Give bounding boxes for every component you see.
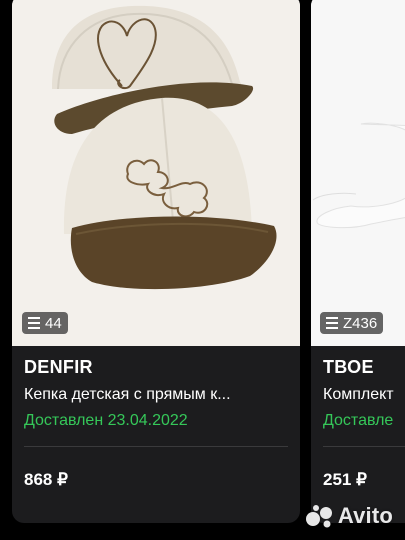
cap-image [12,0,300,346]
product-photo[interactable]: Z436 [311,0,405,346]
product-brand: DENFIR [24,357,93,377]
avito-logo-icon [305,505,332,528]
list-icon [28,317,40,329]
product-price: 868 ₽ [24,470,68,489]
divider [323,446,405,447]
badge-count: 44 [45,314,62,332]
delivery-status: Доставле [323,412,394,429]
avito-watermark: Avito [305,503,393,529]
divider [24,446,288,447]
watermark-text: Avito [337,503,393,528]
delivery-status: Доставлен 23.04.2022 [24,412,188,429]
product-brand: ТВОЕ [323,357,374,377]
product-card[interactable]: Z436 ТВОЕ Комплект Доставле 251 ₽ [311,0,405,523]
product-price: 251 ₽ [323,470,367,489]
product-photo[interactable]: 44 [12,0,300,346]
badge-count: Z436 [343,314,378,332]
product-title[interactable]: Комплект [323,386,405,404]
photo-count-badge: Z436 [320,312,384,334]
product-title[interactable]: Кепка детская с прямым к... [24,386,294,404]
product-card[interactable]: 44 DENFIR Кепка детская с прямым к... До… [12,0,300,523]
photo-count-badge: 44 [22,312,68,334]
socks-image [311,0,405,346]
list-icon [326,317,338,329]
